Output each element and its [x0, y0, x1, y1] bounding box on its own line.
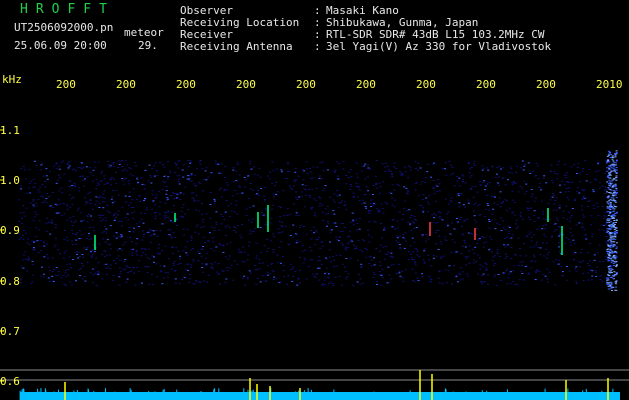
y-axis-unit: kHz: [2, 73, 22, 86]
filename-label: UT2506092000.pn: [14, 21, 114, 34]
type-label: meteor: [124, 26, 164, 39]
y-tick-label: 0.6: [0, 375, 20, 388]
noise-band: [18, 160, 616, 286]
info-sep-receiver: :: [314, 28, 321, 41]
y-tick-label: 0.9: [0, 224, 20, 237]
x-tick-label: 200: [536, 78, 556, 91]
info-label-observer: Observer: [180, 4, 233, 17]
x-tick-label: 200: [116, 78, 136, 91]
x-tick-label: 200: [56, 78, 76, 91]
info-label-antenna: Receiving Antenna: [180, 40, 293, 53]
info-sep-observer: :: [314, 4, 321, 17]
x-tick-label: 2010: [596, 78, 623, 91]
y-tick-label: 1.0: [0, 174, 20, 187]
y-tick-label: 0.7: [0, 325, 20, 338]
app-logo: HROFFT: [20, 2, 115, 17]
x-tick-label: 200: [296, 78, 316, 91]
x-tick-label: 200: [416, 78, 436, 91]
x-tick-label: 200: [176, 78, 196, 91]
info-value-location: Shibukawa, Gunma, Japan: [326, 16, 479, 29]
info-value-antenna: 3el Yagi(V) Az 330 for Vladivostok: [326, 40, 552, 53]
x-tick-label: 200: [356, 78, 376, 91]
info-sep-antenna: :: [314, 40, 321, 53]
info-value-observer: Masaki Kano: [326, 4, 399, 17]
datetime-label: 25.06.09 20:00: [14, 39, 107, 52]
info-label-location: Receiving Location: [180, 16, 300, 29]
spectrogram: [0, 129, 629, 400]
info-label-receiver: Receiver: [180, 28, 233, 41]
y-tick-label: 1.1: [0, 124, 20, 137]
y-tick-label: 0.8: [0, 275, 20, 288]
count-label: 29.: [138, 39, 158, 52]
info-sep-location: :: [314, 16, 321, 29]
x-tick-label: 200: [476, 78, 496, 91]
hrofft-window: HROFFT UT2506092000.pn meteor 25.06.09 2…: [0, 0, 629, 400]
info-value-receiver: RTL-SDR SDR# 43dB L15 103.2MHz CW: [326, 28, 545, 41]
x-tick-label: 200: [236, 78, 256, 91]
